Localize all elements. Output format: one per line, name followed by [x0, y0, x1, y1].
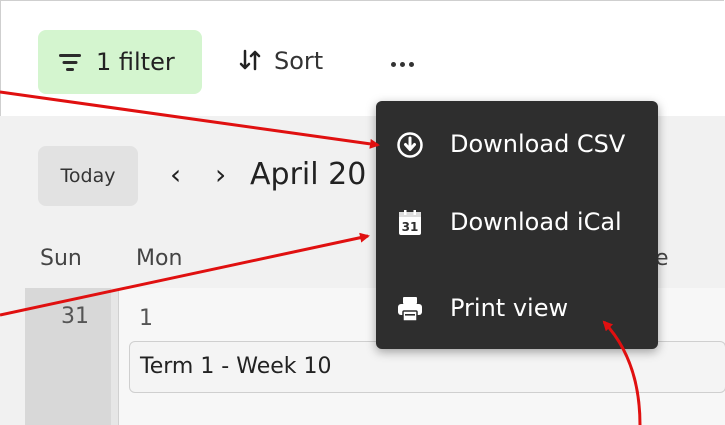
sort-icon	[239, 49, 261, 71]
download-circle-icon	[397, 132, 423, 158]
day-number: 31	[61, 304, 89, 329]
more-options-button[interactable]	[388, 54, 418, 74]
menu-item-label: Download CSV	[450, 130, 626, 158]
menu-item-label: Download iCal	[450, 208, 622, 236]
menu-item-print-view[interactable]: Print view	[376, 273, 658, 343]
day-number: 1	[139, 306, 153, 331]
today-button[interactable]: Today	[38, 146, 138, 206]
sort-label: Sort	[274, 47, 324, 75]
chevron-right-icon[interactable]: ›	[215, 160, 226, 190]
menu-item-download-csv[interactable]: Download CSV	[376, 109, 658, 179]
svg-text:31: 31	[402, 220, 419, 234]
weekday-sun: Sun	[40, 246, 82, 271]
filter-label: 1 filter	[96, 48, 175, 76]
filter-button[interactable]: 1 filter	[38, 30, 202, 94]
more-options-menu: Download CSV 31 Download iCal Print view	[376, 101, 658, 349]
toolbar: 1 filter Sort	[0, 0, 725, 100]
event-label: Term 1 - Week 10	[140, 354, 332, 379]
day-cell-sun[interactable]: 31	[25, 288, 111, 425]
weekday-mon: Mon	[136, 246, 183, 271]
filter-icon	[59, 54, 81, 72]
chevron-left-icon[interactable]: ‹	[170, 160, 181, 190]
menu-item-label: Print view	[450, 294, 569, 322]
printer-icon	[398, 297, 422, 322]
calendar-31-icon: 31	[399, 210, 421, 235]
month-title: April 20	[250, 157, 367, 192]
ellipsis-icon	[391, 62, 396, 67]
menu-item-download-ical[interactable]: 31 Download iCal	[376, 187, 658, 257]
